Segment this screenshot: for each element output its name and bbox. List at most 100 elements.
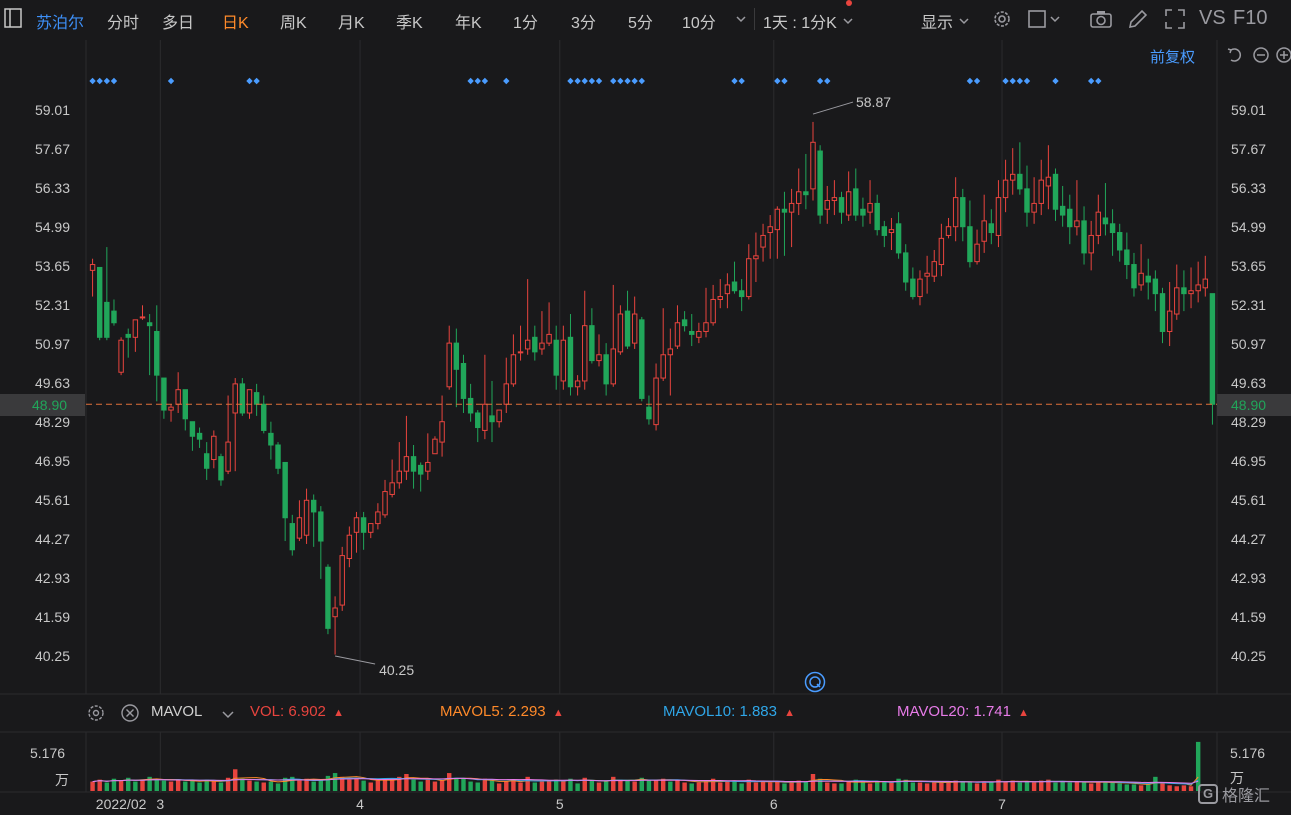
fullscreen-icon[interactable]: [1163, 7, 1187, 31]
indicator-settings-icon[interactable]: [86, 703, 106, 723]
candle-body: [881, 226, 888, 236]
volume-bar: [682, 782, 687, 791]
volume-bars: [90, 741, 1201, 791]
candle-body: [696, 330, 702, 338]
signal-marker: [89, 77, 96, 85]
candle-body: [938, 237, 945, 266]
candle-body: [1124, 249, 1130, 266]
volume-bar: [903, 779, 908, 791]
candle-body: [817, 150, 823, 216]
candle-body: [111, 310, 117, 324]
candle-body: [268, 432, 274, 446]
camera-icon[interactable]: [1089, 7, 1113, 31]
signal-marker: [631, 77, 638, 85]
stock-name[interactable]: 苏泊尔: [36, 9, 84, 33]
candle-body: [831, 197, 838, 202]
tab-5min[interactable]: 5分: [628, 9, 653, 33]
volume-bar: [817, 778, 823, 791]
signal-marker: [96, 77, 103, 85]
candle-body: [1152, 278, 1159, 295]
volume-bar: [710, 778, 716, 791]
mavol20-line: [92, 777, 1199, 784]
tab-3min[interactable]: 3分: [571, 9, 596, 33]
volume-bar: [297, 780, 302, 791]
y-tick-label: 57.67: [35, 141, 70, 157]
y-tick-label: 46.95: [1231, 453, 1266, 469]
reset-icon[interactable]: [1226, 46, 1244, 64]
interval-select[interactable]: 1天 : 1分K: [763, 9, 855, 33]
tab-1min[interactable]: 1分: [513, 9, 538, 33]
volume-bar: [675, 779, 680, 791]
volume-bar: [1010, 780, 1015, 791]
f10-button[interactable]: F10: [1233, 7, 1267, 30]
volume-bar: [368, 782, 373, 791]
signal-marker: [738, 77, 745, 85]
locate-icon[interactable]: [804, 671, 826, 693]
candle-body: [603, 354, 609, 385]
volume-bar: [789, 782, 794, 791]
sidebar-toggle-icon[interactable]: [4, 8, 22, 28]
volume-bar: [632, 781, 637, 791]
display-menu[interactable]: 显示: [921, 9, 971, 33]
price-adjust-toggle[interactable]: 前复权: [1150, 46, 1195, 67]
candle-body: [546, 333, 552, 344]
tab-multi-day[interactable]: 多日: [162, 9, 194, 33]
volume-bar: [211, 781, 217, 791]
volume-bar: [839, 783, 844, 791]
tab-weekly-k[interactable]: 周K: [280, 9, 307, 33]
tab-yearly-k[interactable]: 年K: [455, 9, 482, 33]
volume-bar: [1138, 785, 1144, 791]
vol-readout: VOL: 6.902 ▲: [250, 703, 344, 720]
tab-daily-k[interactable]: 日K: [222, 9, 249, 33]
zoom-out-icon[interactable]: [1252, 46, 1270, 64]
volume-bar: [825, 782, 830, 791]
signal-marker: [966, 77, 974, 85]
zoom-in-icon[interactable]: [1275, 46, 1291, 64]
candle-body: [774, 208, 781, 231]
signal-marker: [1023, 77, 1031, 85]
candle-body: [1059, 205, 1066, 216]
tab-monthly-k[interactable]: 月K: [338, 9, 365, 33]
volume-bar: [233, 769, 238, 791]
volume-bar: [197, 782, 202, 791]
indicator-select[interactable]: MAVOL: [151, 703, 202, 720]
candle-body: [974, 243, 980, 263]
tab-intraday[interactable]: 分时: [107, 9, 139, 33]
volume-bar: [218, 782, 224, 791]
candle-body: [667, 348, 674, 356]
volume-bar: [618, 779, 623, 791]
volume-bar: [240, 778, 245, 791]
volume-bar: [311, 781, 316, 791]
candle-body: [353, 517, 360, 533]
draw-pencil-icon[interactable]: [1126, 7, 1150, 31]
y-tick-label: 48.29: [1231, 414, 1266, 430]
candle-body: [639, 319, 645, 399]
volume-bar: [561, 780, 566, 791]
indicator-chevron-icon[interactable]: [220, 706, 236, 722]
indicator-close-icon[interactable]: [120, 703, 140, 723]
vs-compare-button[interactable]: VS: [1199, 7, 1226, 30]
volume-bar: [917, 782, 923, 791]
display-label: 显示: [921, 15, 954, 32]
y-tick-label: 41.59: [1231, 609, 1266, 625]
mavol10-readout: MAVOL10: 1.883 ▲: [663, 703, 795, 720]
settings-gear-icon[interactable]: [990, 7, 1014, 31]
signal-marker: [973, 77, 981, 85]
volume-bar: [304, 778, 309, 791]
volume-bar: [1067, 782, 1072, 791]
candle-body: [788, 202, 795, 213]
y-tick-label: 42.93: [35, 570, 70, 586]
volume-bar: [1031, 782, 1037, 791]
volume-bar: [268, 781, 274, 791]
candle-body: [154, 330, 160, 376]
volume-bar: [90, 781, 95, 791]
tab-quarterly-k[interactable]: 季K: [396, 9, 423, 33]
volume-bar: [611, 776, 616, 791]
tab-10min[interactable]: 10分: [682, 9, 716, 33]
candle-body: [460, 363, 467, 399]
candle-body: [874, 202, 880, 231]
layout-select-icon[interactable]: [1027, 7, 1067, 31]
mavol20-readout: MAVOL20: 1.741 ▲: [897, 703, 1029, 720]
candle-body: [781, 208, 788, 213]
candle-body: [1052, 173, 1059, 210]
